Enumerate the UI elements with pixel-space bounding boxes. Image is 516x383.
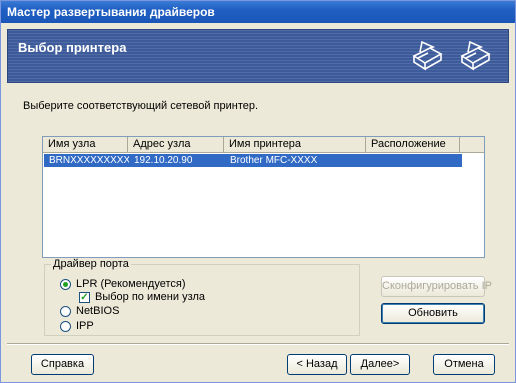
refresh-button[interactable]: Обновить xyxy=(381,303,485,324)
cancel-button[interactable]: Отмена xyxy=(433,354,495,375)
configure-ip-button[interactable]: Сконфигурировать IP xyxy=(381,276,492,297)
column-header-node-name[interactable]: Имя узла xyxy=(43,137,128,153)
cell-node-address: 192.10.20.90 xyxy=(134,155,193,166)
printer-icon xyxy=(412,40,443,71)
cell-location xyxy=(367,154,461,167)
wizard-window: Мастер развертывания драйверов Выбор при… xyxy=(0,0,516,383)
page-title: Выбор принтера xyxy=(18,40,127,55)
port-driver-group: Драйвер порта LPR (Рекомендуется) ✓ Выбо… xyxy=(44,258,360,336)
instruction-text: Выберите соответствующий сетевой принтер… xyxy=(23,100,259,112)
table-row[interactable]: BRNXXXXXXXXX 192.10.20.90 Brother MFC-XX… xyxy=(44,154,462,167)
list-header: Имя узла Адрес узла Имя принтера Располо… xyxy=(43,137,484,153)
next-button[interactable]: Далее> xyxy=(350,354,410,375)
column-header-printer-name[interactable]: Имя принтера xyxy=(224,137,366,153)
column-header-location[interactable]: Расположение xyxy=(366,137,460,153)
window-title: Мастер развертывания драйверов xyxy=(7,5,215,19)
window-title-bar[interactable]: Мастер развертывания драйверов xyxy=(1,1,515,23)
header-band: Выбор принтера xyxy=(7,29,509,83)
help-button[interactable]: Справка xyxy=(31,354,94,375)
ipp-label[interactable]: IPP xyxy=(76,320,94,332)
lpr-label[interactable]: LPR (Рекомендуется) xyxy=(76,278,185,290)
printer-icon xyxy=(460,40,491,71)
back-button[interactable]: < Назад xyxy=(287,354,347,375)
lpr-radio[interactable] xyxy=(60,279,71,290)
ipp-radio[interactable] xyxy=(60,321,71,332)
netbios-label[interactable]: NetBIOS xyxy=(76,305,119,317)
select-by-node-name-label[interactable]: Выбор по имени узла xyxy=(95,291,205,303)
cell-node-name: BRNXXXXXXXXX xyxy=(49,155,129,166)
footer-separator xyxy=(7,343,509,345)
select-by-node-name-checkbox[interactable]: ✓ xyxy=(79,292,90,303)
netbios-radio[interactable] xyxy=(60,306,71,317)
column-header-node-address[interactable]: Адрес узла xyxy=(128,137,224,153)
port-driver-legend: Драйвер порта xyxy=(51,258,131,270)
cell-printer-name: Brother MFC-XXXX xyxy=(230,155,318,166)
printer-list[interactable]: Имя узла Адрес узла Имя принтера Располо… xyxy=(42,136,485,258)
